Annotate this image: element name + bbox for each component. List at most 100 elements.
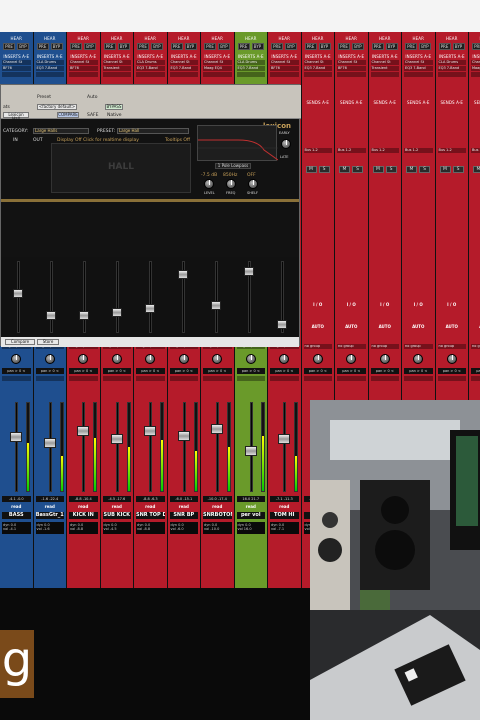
insert-slot[interactable]: Channel St <box>471 60 480 65</box>
insert-slot[interactable]: EQ3 7-Band <box>303 66 332 71</box>
input-monitor[interactable] <box>203 376 232 381</box>
insert-slot[interactable] <box>437 72 466 77</box>
input-monitor[interactable] <box>270 376 299 381</box>
group-selector[interactable]: no group <box>337 344 366 349</box>
pre-button[interactable]: PRE <box>472 43 480 50</box>
pre-button[interactable]: PRE <box>237 43 250 50</box>
pre-button[interactable]: PRE <box>405 43 417 50</box>
bus-output[interactable]: Bus 1-2 <box>370 148 399 153</box>
insert-slot[interactable]: BF76 <box>337 66 366 71</box>
byp-button[interactable]: BYP <box>452 43 465 50</box>
byp-button[interactable]: BYP <box>17 43 29 50</box>
insert-slot[interactable] <box>35 72 64 77</box>
input-monitor[interactable] <box>471 376 480 381</box>
byp-button[interactable]: BYP <box>419 43 431 50</box>
pan-knob[interactable] <box>11 354 21 364</box>
solo-button[interactable]: S <box>419 166 430 173</box>
byp-button[interactable]: BYP <box>50 43 63 50</box>
group-selector[interactable]: no group <box>404 344 433 349</box>
input-monitor[interactable] <box>370 376 399 381</box>
param-fader[interactable] <box>244 267 254 277</box>
insert-slot[interactable]: Channel St <box>370 60 399 65</box>
preset-selector[interactable]: <factory default> <box>37 104 77 110</box>
input-monitor[interactable] <box>2 376 31 381</box>
param-fader[interactable] <box>112 307 122 317</box>
pan-knob[interactable] <box>178 354 189 364</box>
pre-button[interactable]: PRE <box>271 43 283 50</box>
store-button[interactable]: Store <box>37 339 59 345</box>
pan-knob[interactable] <box>346 354 356 364</box>
insert-slot[interactable]: CLA Drums <box>437 60 466 65</box>
pan-knob[interactable] <box>413 354 423 364</box>
insert-slot[interactable] <box>270 72 299 77</box>
group-selector[interactable]: no group <box>370 344 399 349</box>
volume-fader[interactable] <box>144 426 156 436</box>
insert-slot[interactable] <box>370 72 399 77</box>
byp-button[interactable]: BYP <box>151 43 163 50</box>
param-fader[interactable] <box>46 310 56 320</box>
pan-knob[interactable] <box>379 354 390 364</box>
pre-button[interactable]: PRE <box>137 43 149 50</box>
insert-slot[interactable] <box>203 72 232 77</box>
insert-selector[interactable]: Lexicon Hall <box>3 112 29 121</box>
insert-slot[interactable]: CLA Drums <box>136 60 165 65</box>
insert-slot[interactable] <box>303 72 332 77</box>
insert-slot[interactable]: Channel St <box>2 60 31 65</box>
insert-slot[interactable]: BF76 <box>2 66 31 71</box>
insert-slot[interactable]: Transient <box>370 66 399 71</box>
input-monitor[interactable] <box>236 376 265 381</box>
insert-slot[interactable]: BF76 <box>270 66 299 71</box>
insert-slot[interactable]: CLA Drums <box>236 60 265 65</box>
byp-button[interactable]: BYP <box>117 43 130 50</box>
insert-slot[interactable]: Transient <box>102 66 131 71</box>
input-monitor[interactable] <box>303 376 332 381</box>
insert-slot[interactable]: EQ3 7-Band <box>437 66 466 71</box>
insert-slot[interactable]: Channel St <box>404 60 433 65</box>
volume-fader[interactable] <box>10 432 22 443</box>
pan-knob[interactable] <box>145 354 155 364</box>
insert-slot[interactable] <box>102 72 131 77</box>
insert-slot[interactable]: EQ3 7-Band <box>169 66 198 71</box>
insert-slot[interactable]: Channel St <box>102 60 131 65</box>
pre-button[interactable]: PRE <box>70 43 82 50</box>
insert-slot[interactable]: Channel St <box>337 60 366 65</box>
param-fader[interactable] <box>277 319 287 329</box>
bus-output[interactable]: Bus 1-2 <box>471 148 480 153</box>
mute-button[interactable]: M <box>372 166 384 173</box>
pan-knob[interactable] <box>446 354 457 364</box>
pre-button[interactable]: PRE <box>170 43 183 50</box>
byp-button[interactable]: BYP <box>352 43 364 50</box>
insert-slot[interactable]: BF76 <box>69 66 98 71</box>
insert-slot[interactable] <box>236 72 265 77</box>
solo-button[interactable]: S <box>318 166 330 173</box>
insert-slot[interactable]: Channel St <box>270 60 299 65</box>
bus-output[interactable]: Bus 1-2 <box>437 148 466 153</box>
pre-button[interactable]: PRE <box>36 43 49 50</box>
insert-slot[interactable]: CLA Drums <box>35 60 64 65</box>
param-fader[interactable] <box>79 310 89 320</box>
pan-knob[interactable] <box>44 354 55 364</box>
insert-slot[interactable]: EQ3 7-Band <box>136 66 165 71</box>
input-monitor[interactable] <box>35 376 64 381</box>
pre-button[interactable]: PRE <box>103 43 116 50</box>
safe-button[interactable]: SAFE <box>87 113 98 118</box>
input-monitor[interactable] <box>437 376 466 381</box>
pan-knob[interactable] <box>312 354 323 364</box>
eq-level-knob[interactable] <box>204 179 214 189</box>
compare-snapshot-button[interactable]: Compare <box>5 339 35 345</box>
category-selector[interactable]: Large Halls <box>33 128 89 134</box>
insert-slot[interactable]: Channel St <box>303 60 332 65</box>
early-late-knob[interactable] <box>281 139 291 149</box>
pre-button[interactable]: PRE <box>371 43 384 50</box>
pan-knob[interactable] <box>279 354 289 364</box>
volume-fader[interactable] <box>43 438 56 448</box>
insert-slot[interactable]: Channel St <box>69 60 98 65</box>
insert-slot[interactable]: Channel St <box>169 60 198 65</box>
eq-freq-knob[interactable] <box>226 179 236 189</box>
mute-button[interactable]: M <box>439 166 451 173</box>
pre-button[interactable]: PRE <box>204 43 216 50</box>
param-fader[interactable] <box>145 304 155 314</box>
group-selector[interactable]: no group <box>437 344 466 349</box>
track-selector[interactable]: ats <box>3 105 10 110</box>
solo-button[interactable]: S <box>352 166 363 173</box>
